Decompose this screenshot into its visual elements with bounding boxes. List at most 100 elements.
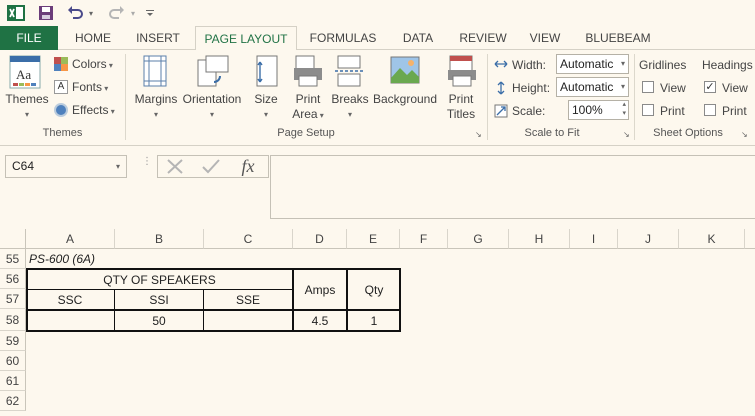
column-header-k[interactable]: K [679,229,745,249]
column-header-j[interactable]: J [618,229,679,249]
row-header-59[interactable]: 59 [0,331,26,351]
headings-view-label: View [722,81,748,95]
effects-button[interactable]: Effects ▾ [72,103,115,119]
colors-button[interactable]: Colors ▾ [72,57,113,73]
sheet-options-launcher-icon[interactable]: ↘ [741,130,748,139]
colors-icon[interactable] [54,57,68,71]
scale-spinner[interactable]: 100% ▴ ▾ [568,100,629,120]
spreadsheet-grid[interactable]: A B C D E F G H I J K 55 56 57 58 59 60 … [0,226,755,416]
print-area-label-1[interactable]: Print [286,92,330,107]
name-box-dropdown-icon: ▾ [115,162,120,171]
row-header-61[interactable]: 61 [0,371,26,391]
effects-icon[interactable] [54,103,68,117]
orientation-button[interactable]: Orientation [180,92,244,107]
size-button[interactable]: Size [248,92,284,107]
cancel-icon[interactable] [164,157,186,176]
height-select[interactable]: Automatic ▾ [556,77,629,97]
cell-b58[interactable]: 50 [115,311,203,331]
margins-dropdown-icon[interactable]: ▾ [132,106,180,122]
excel-icon[interactable] [6,3,26,23]
print-titles-icon[interactable] [446,54,478,88]
row-header-60[interactable]: 60 [0,351,26,371]
tab-page-layout[interactable]: PAGE LAYOUT [195,26,297,51]
breaks-dropdown-icon[interactable]: ▾ [330,106,370,122]
tab-formulas[interactable]: FORMULAS [304,26,382,50]
column-header-e[interactable]: E [347,229,400,249]
customize-qat-icon[interactable] [144,3,156,23]
column-header-l[interactable] [745,229,755,249]
row-header-55[interactable]: 55 [0,249,26,269]
svg-text:Aa: Aa [16,67,31,82]
cell-qty-of-speakers[interactable]: QTY OF SPEAKERS [26,270,293,290]
undo-dropdown-icon[interactable]: ▾ [86,3,96,23]
themes-group-label: Themes [42,127,83,139]
themes-icon[interactable]: Aa [8,54,46,90]
margins-button[interactable]: Margins [132,92,180,107]
cell-ssi[interactable]: SSI [115,290,203,310]
height-icon [494,81,508,95]
fonts-button[interactable]: Fonts ▾ [72,80,108,96]
headings-view-checkbox[interactable]: ✓ [704,81,716,93]
background-icon[interactable] [390,56,420,84]
scale-to-fit-launcher-icon[interactable]: ↘ [623,130,630,139]
redo-icon[interactable] [106,3,128,23]
column-header-h[interactable]: H [509,229,570,249]
themes-button[interactable]: Themes [4,92,50,107]
tab-home[interactable]: HOME [64,26,122,50]
cell-amps[interactable]: Amps [294,280,346,300]
name-box[interactable]: C64 ▾ [5,155,127,178]
cell-d58[interactable]: 4.5 [294,311,346,331]
row-header-58[interactable]: 58 [0,309,26,331]
cell-qty[interactable]: Qty [348,280,400,300]
margins-icon[interactable] [141,54,171,88]
background-button[interactable]: Background [372,92,438,107]
print-area-button[interactable]: Area ▾ [286,107,330,123]
row-header-62[interactable]: 62 [0,391,26,411]
column-header-i[interactable]: I [570,229,618,249]
size-dropdown-icon[interactable]: ▾ [248,106,284,122]
formula-input[interactable] [270,155,755,219]
column-header-f[interactable]: F [400,229,448,249]
row-header-57[interactable]: 57 [0,289,26,309]
tab-review[interactable]: REVIEW [454,26,512,50]
tab-data[interactable]: DATA [392,26,444,50]
fonts-icon[interactable]: A [54,80,68,94]
orientation-icon[interactable] [196,54,230,88]
save-icon[interactable] [36,3,56,23]
insert-function-button[interactable]: fx [236,155,260,177]
ribbon-tabs: FILE HOME INSERT PAGE LAYOUT FORMULAS DA… [0,26,755,51]
breaks-button[interactable]: Breaks [330,92,370,107]
orientation-dropdown-icon[interactable]: ▾ [180,106,244,122]
row-header-56[interactable]: 56 [0,269,26,289]
fonts-label: Fonts [72,80,103,94]
select-all-corner[interactable] [0,229,26,249]
column-header-a[interactable]: A [26,229,115,249]
tab-bluebeam[interactable]: BLUEBEAM [580,26,656,50]
tab-insert[interactable]: INSERT [128,26,188,50]
print-titles-label-1[interactable]: Print [440,92,482,107]
column-header-d[interactable]: D [293,229,347,249]
tab-file[interactable]: FILE [0,26,58,50]
headings-print-checkbox[interactable] [704,104,716,116]
redo-dropdown-icon[interactable]: ▾ [128,3,138,23]
cell-sse[interactable]: SSE [204,290,292,310]
undo-icon[interactable] [64,3,86,23]
gridlines-view-checkbox[interactable] [642,81,654,93]
print-titles-label-2[interactable]: Titles [440,107,482,122]
column-header-b[interactable]: B [115,229,204,249]
width-select[interactable]: Automatic ▾ [556,54,629,74]
enter-icon[interactable] [200,157,222,176]
column-header-g[interactable]: G [448,229,509,249]
column-header-c[interactable]: C [204,229,293,249]
print-area-icon[interactable] [292,54,324,88]
name-box-value: C64 [12,159,35,173]
page-setup-launcher-icon[interactable]: ↘ [475,130,482,139]
size-icon[interactable] [254,54,280,88]
cell-a55[interactable]: PS-600 (6A) [29,249,95,269]
breaks-icon[interactable] [334,54,364,88]
themes-dropdown-icon[interactable]: ▾ [4,106,50,122]
cell-ssc[interactable]: SSC [26,290,114,310]
gridlines-print-checkbox[interactable] [642,104,654,116]
cell-e58[interactable]: 1 [348,311,400,331]
tab-view[interactable]: VIEW [520,26,570,50]
